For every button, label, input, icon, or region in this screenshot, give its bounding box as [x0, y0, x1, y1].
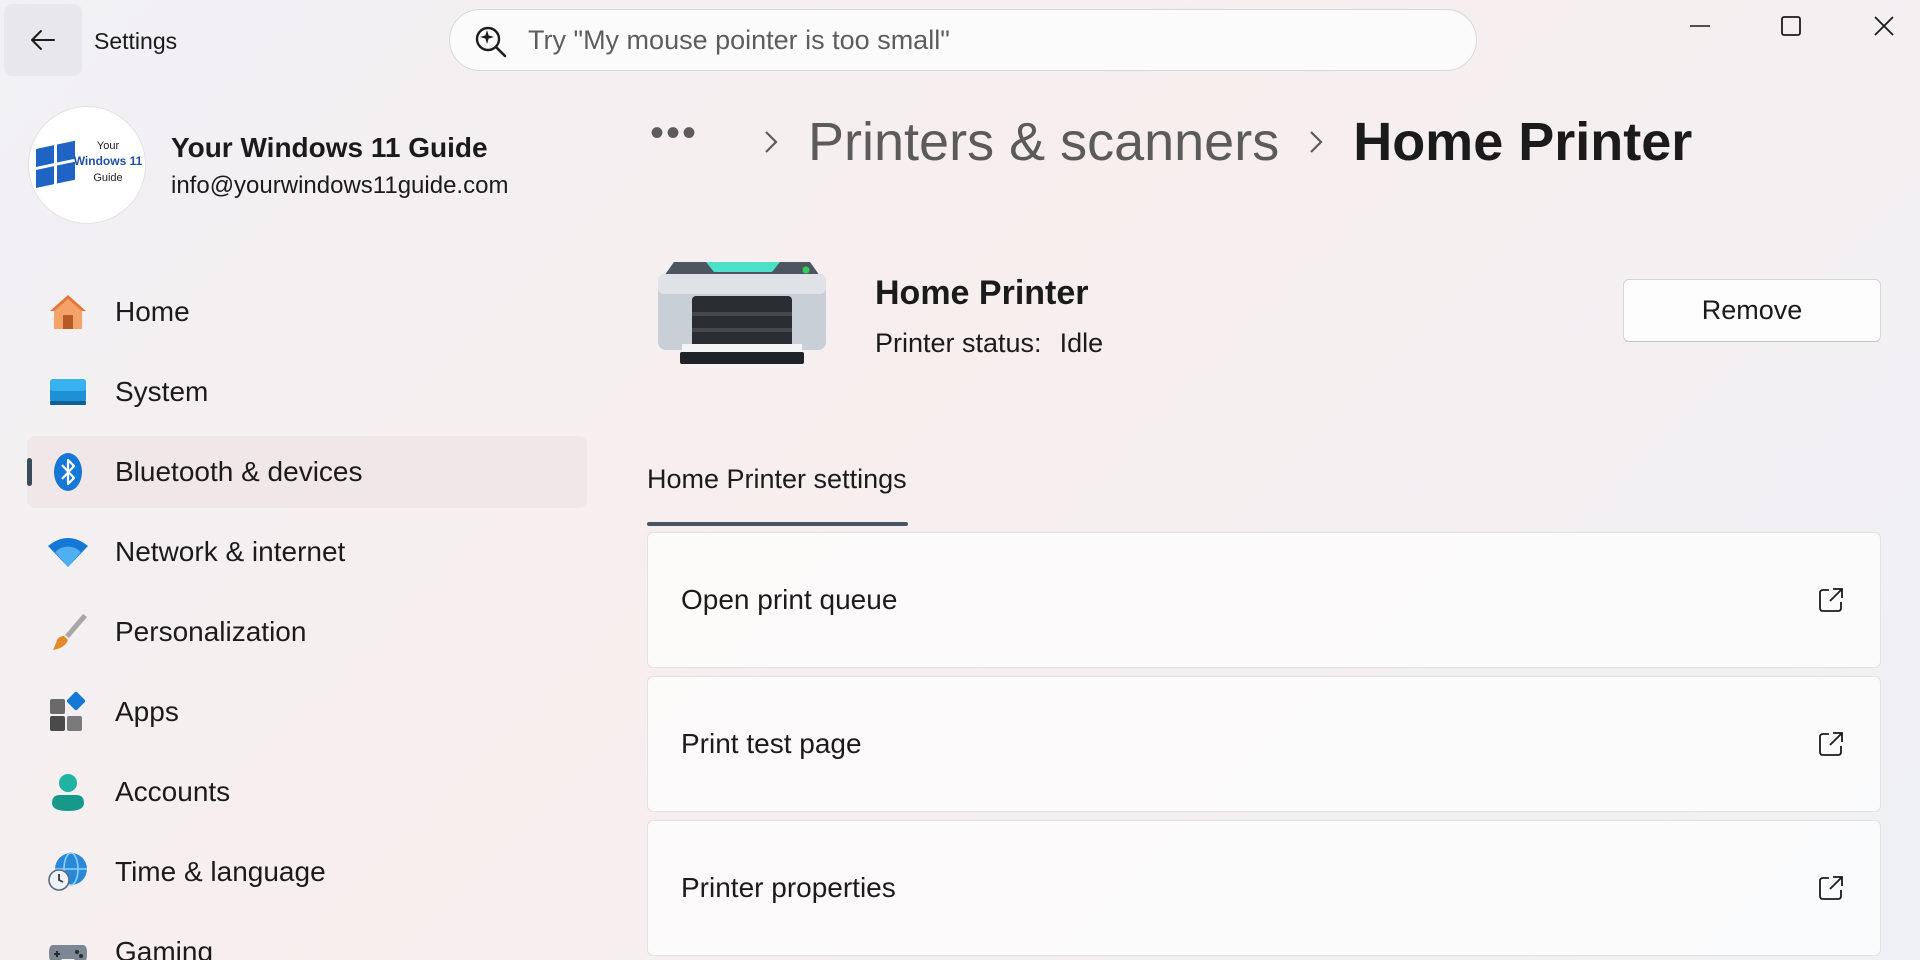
- sidebar-item-network-internet[interactable]: Network & internet: [27, 516, 587, 588]
- home-icon: [47, 291, 89, 333]
- minimize-icon: [1690, 25, 1710, 27]
- card-label: Print test page: [681, 728, 862, 759]
- svg-text:Your: Your: [97, 140, 120, 152]
- printer-icon: [658, 262, 826, 364]
- maximize-icon: [1781, 16, 1801, 36]
- apps-icon: [47, 691, 89, 733]
- sidebar-item-label: Bluetooth & devices: [115, 456, 363, 487]
- sidebar-item-label: Apps: [115, 696, 179, 727]
- sidebar-item-label: Time & language: [115, 856, 326, 887]
- avatar[interactable]: Your Windows 11 Guide: [28, 106, 146, 224]
- maximize-button[interactable]: [1746, 4, 1836, 48]
- tab-printer-settings[interactable]: Home Printer settings: [647, 464, 907, 495]
- sidebar-item-personalization[interactable]: Personalization: [27, 596, 587, 668]
- card-label: Printer properties: [681, 872, 896, 903]
- globe-clock-icon: [47, 851, 89, 893]
- status-value: Idle: [1059, 328, 1104, 358]
- svg-text:Windows 11: Windows 11: [74, 154, 142, 168]
- wifi-icon: [47, 531, 89, 573]
- search-input[interactable]: [528, 24, 1428, 56]
- tab-selected-indicator: [647, 522, 908, 526]
- sidebar-item-label: Network & internet: [115, 536, 346, 567]
- search-sparkle-icon: [475, 26, 507, 58]
- person-icon: [47, 771, 89, 813]
- open-external-icon: [1819, 588, 1843, 612]
- breadcrumb: ••• Printers & scanners Home Printer: [650, 104, 1692, 180]
- status-label: Printer status:: [875, 328, 1042, 358]
- close-icon: [1874, 16, 1894, 36]
- sidebar-item-apps[interactable]: Apps: [27, 676, 587, 748]
- breadcrumb-more-button[interactable]: •••: [650, 111, 698, 156]
- device-status: Printer status: Idle: [875, 328, 1103, 359]
- sidebar-item-time-language[interactable]: Time & language: [27, 836, 587, 908]
- breadcrumb-parent-link[interactable]: Printers & scanners: [808, 111, 1279, 173]
- profile-email: info@yourwindows11guide.com: [171, 172, 509, 199]
- windows-guide-logo: Your Windows 11 Guide: [36, 140, 142, 188]
- app-title: Settings: [94, 28, 178, 54]
- monitor-icon: [47, 371, 89, 413]
- sidebar-item-accounts[interactable]: Accounts: [27, 756, 587, 828]
- sidebar-item-label: Accounts: [115, 776, 231, 807]
- bluetooth-icon: [47, 451, 89, 493]
- profile-name: Your Windows 11 Guide: [171, 132, 488, 163]
- sidebar-item-label: Gaming: [115, 936, 214, 960]
- gamepad-icon: [47, 931, 89, 960]
- sidebar-item-home[interactable]: Home: [27, 276, 587, 348]
- chevron-right-icon: [764, 130, 778, 154]
- sidebar-item-label: Home: [115, 296, 190, 327]
- sidebar-item-label: System: [115, 376, 209, 407]
- print-test-page-card[interactable]: Print test page: [647, 676, 1881, 812]
- open-external-icon: [1819, 876, 1843, 900]
- minimize-button[interactable]: [1655, 4, 1745, 48]
- back-button[interactable]: [4, 4, 82, 76]
- sidebar-item-bluetooth-devices[interactable]: Bluetooth & devices: [27, 436, 587, 508]
- back-arrow-icon: [31, 30, 55, 50]
- svg-text:Guide: Guide: [93, 172, 122, 184]
- printer-properties-card[interactable]: Printer properties: [647, 820, 1881, 956]
- open-print-queue-card[interactable]: Open print queue: [647, 532, 1881, 668]
- sidebar-item-system[interactable]: System: [27, 356, 587, 428]
- device-name: Home Printer: [875, 274, 1089, 312]
- sidebar-item-gaming[interactable]: Gaming: [27, 916, 587, 960]
- chevron-right-icon: [1309, 130, 1323, 154]
- sidebar-item-label: Personalization: [115, 616, 307, 647]
- remove-button[interactable]: Remove: [1623, 279, 1881, 342]
- sidebar-nav: Home System Bluetooth & devices Network …: [27, 276, 587, 960]
- close-button[interactable]: [1839, 4, 1920, 48]
- search-box[interactable]: [449, 9, 1477, 71]
- card-label: Open print queue: [681, 584, 898, 615]
- page-title: Home Printer: [1353, 112, 1693, 172]
- open-external-icon: [1819, 732, 1843, 756]
- brush-icon: [47, 611, 89, 653]
